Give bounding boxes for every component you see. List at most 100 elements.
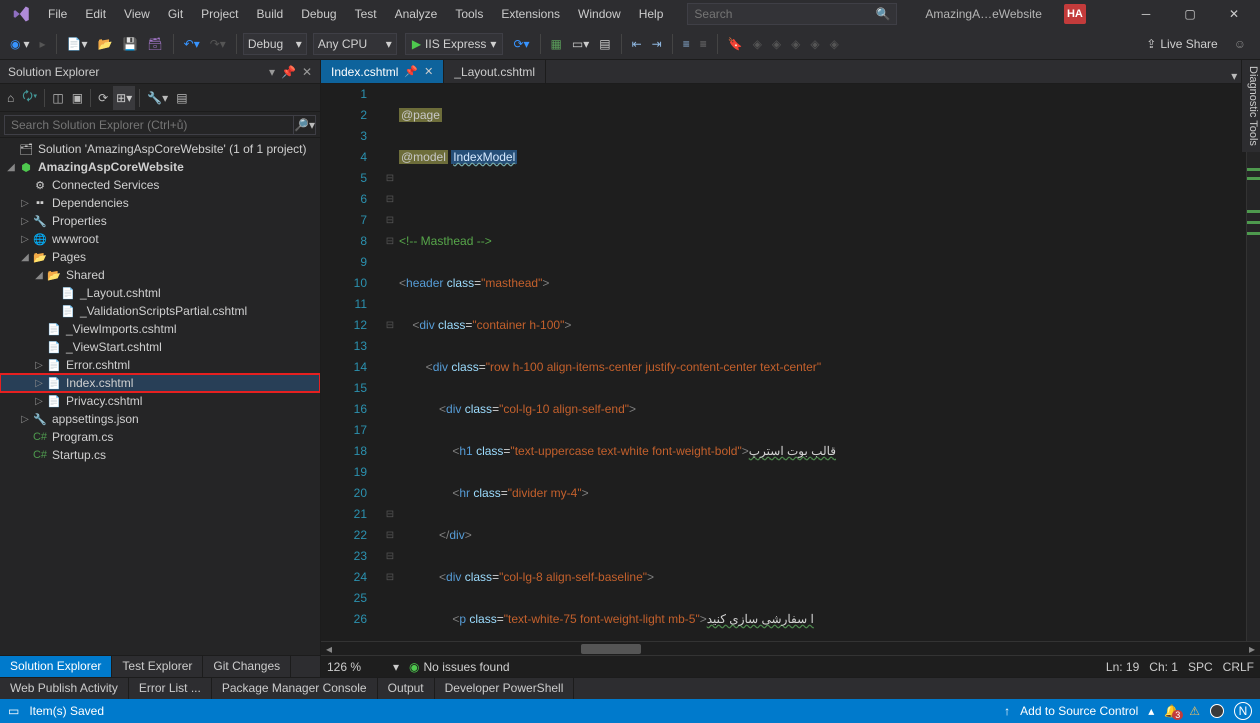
collapse-icon[interactable]: ◫ xyxy=(49,86,66,110)
tab-git-changes[interactable]: Git Changes xyxy=(203,656,291,677)
privacy-file[interactable]: ▷📄Privacy.cshtml xyxy=(0,392,320,410)
scroll-map[interactable] xyxy=(1246,84,1260,641)
feedback-icon[interactable]: ⚠ xyxy=(1189,704,1200,718)
sync-icon[interactable]: 🗘▾ xyxy=(19,86,40,110)
minimize-button[interactable]: ─ xyxy=(1124,0,1168,28)
tb-bookmark[interactable]: 🔖 xyxy=(724,32,747,56)
maximize-button[interactable]: ▢ xyxy=(1168,0,1212,28)
menu-git[interactable]: Git xyxy=(160,3,191,25)
index-file[interactable]: ▷📄Index.cshtml xyxy=(0,374,320,392)
panel-close-icon[interactable]: ✕ xyxy=(302,65,312,79)
diag-tools-tab[interactable]: Diagnostic Tools xyxy=(1241,60,1260,152)
tab-dropdown-icon[interactable]: ▾ xyxy=(1231,69,1237,83)
panel-dropdown-icon[interactable]: ▾ xyxy=(269,65,275,79)
title-search-input[interactable] xyxy=(694,7,864,21)
tab-dev-powershell[interactable]: Developer PowerShell xyxy=(435,678,575,699)
new-item-button[interactable]: 📄▾ xyxy=(63,32,92,56)
tb-comment[interactable]: ≡ xyxy=(679,32,694,56)
pin-icon[interactable]: 📌 xyxy=(404,65,418,78)
editor-hscroll[interactable]: ◂ ▸ xyxy=(321,641,1260,655)
undo-button[interactable]: ↶▾ xyxy=(180,32,204,56)
viewstart-file[interactable]: 📄_ViewStart.cshtml xyxy=(0,338,320,356)
menu-debug[interactable]: Debug xyxy=(293,3,344,25)
tb-icon-3[interactable]: ▤ xyxy=(595,32,614,56)
live-share[interactable]: ⇪ Live Share ☺ xyxy=(1138,37,1254,51)
refresh-button[interactable]: ⟳▾ xyxy=(509,32,533,56)
wrench-icon[interactable]: 🔧▾ xyxy=(144,86,171,110)
tab-layout-cshtml[interactable]: _Layout.cshtml xyxy=(444,60,546,83)
menu-build[interactable]: Build xyxy=(249,3,292,25)
add-source-control[interactable]: Add to Source Control xyxy=(1020,704,1138,718)
menu-analyze[interactable]: Analyze xyxy=(387,3,446,25)
user-badge[interactable]: HA xyxy=(1064,4,1086,24)
feedback-icon[interactable]: ☺ xyxy=(1234,37,1246,51)
menu-test[interactable]: Test xyxy=(347,3,385,25)
error-file[interactable]: ▷📄Error.cshtml xyxy=(0,356,320,374)
close-button[interactable]: ✕ xyxy=(1212,0,1256,28)
tb-icon-g1[interactable]: ◈ xyxy=(749,32,766,56)
menu-file[interactable]: File xyxy=(40,3,75,25)
tab-error-list[interactable]: Error List ... xyxy=(129,678,212,699)
tb-icon-g5[interactable]: ◈ xyxy=(826,32,843,56)
tb-indent-out[interactable]: ⇤ xyxy=(628,32,646,56)
nav-back-button[interactable]: ◉▾ xyxy=(6,32,34,56)
properties[interactable]: ▷🔧Properties xyxy=(0,212,320,230)
menu-project[interactable]: Project xyxy=(193,3,246,25)
scroll-left-icon[interactable]: ◂ xyxy=(323,643,335,655)
pages-folder[interactable]: ◢📂Pages xyxy=(0,248,320,266)
zoom-dropdown-icon[interactable]: ▾ xyxy=(393,660,399,674)
search-icon[interactable]: 🔎▾ xyxy=(294,115,316,135)
tb-icon-g3[interactable]: ◈ xyxy=(787,32,804,56)
tab-test-explorer[interactable]: Test Explorer xyxy=(112,656,203,677)
notifications-bell[interactable]: 🔔3 xyxy=(1164,704,1179,718)
appsettings-file[interactable]: ▷🔧appsettings.json xyxy=(0,410,320,428)
open-button[interactable]: 📂 xyxy=(94,32,117,56)
code-editor[interactable]: 1234567891011121314151617181920212223242… xyxy=(321,84,1260,641)
close-icon[interactable]: ✕ xyxy=(424,65,433,78)
panel-search-input[interactable] xyxy=(4,115,294,135)
tb-icon-g4[interactable]: ◈ xyxy=(806,32,823,56)
tab-package-mgr[interactable]: Package Manager Console xyxy=(212,678,378,699)
fold-column[interactable]: ⊟⊟⊟⊟ ⊟ ⊟⊟⊟⊟ xyxy=(381,84,399,641)
config-dropdown[interactable]: Debug▾ xyxy=(243,33,307,55)
nest-icon[interactable]: ⊞▾ xyxy=(113,86,135,110)
refresh-icon[interactable]: ⟳ xyxy=(95,86,111,110)
save-button[interactable]: 💾 xyxy=(118,32,141,56)
tb-uncomment[interactable]: ≡ xyxy=(696,32,711,56)
code-content[interactable]: @page @model IndexModel <!-- Masthead --… xyxy=(399,84,1246,641)
layout-file[interactable]: 📄_Layout.cshtml xyxy=(0,284,320,302)
nav-fwd-button[interactable]: ▸ xyxy=(36,32,50,56)
viewimports-file[interactable]: 📄_ViewImports.cshtml xyxy=(0,320,320,338)
valscripts-file[interactable]: 📄_ValidationScriptsPartial.cshtml xyxy=(0,302,320,320)
tb-indent-in[interactable]: ⇥ xyxy=(648,32,666,56)
shared-folder[interactable]: ◢📂Shared xyxy=(0,266,320,284)
menu-window[interactable]: Window xyxy=(570,3,629,25)
save-all-button[interactable]: 🗃 xyxy=(143,32,166,56)
program-file[interactable]: C#Program.cs xyxy=(0,428,320,446)
tab-output[interactable]: Output xyxy=(378,678,435,699)
tab-index-cshtml[interactable]: Index.cshtml 📌 ✕ xyxy=(321,60,444,83)
menu-edit[interactable]: Edit xyxy=(77,3,114,25)
tb-icon-1[interactable]: ▦ xyxy=(547,32,566,56)
platform-dropdown[interactable]: Any CPU▾ xyxy=(313,33,397,55)
tb-icon-g2[interactable]: ◈ xyxy=(768,32,785,56)
project-node[interactable]: ◢⬢AmazingAspCoreWebsite xyxy=(0,158,320,176)
account-icon[interactable]: N xyxy=(1234,702,1252,720)
pin-icon[interactable]: 📌 xyxy=(281,65,296,79)
zoom-level[interactable]: 126 % xyxy=(327,660,383,674)
home-icon[interactable]: ⌂ xyxy=(4,86,17,110)
run-button[interactable]: ▶ IIS Express ▾ xyxy=(405,33,504,55)
show-all-icon[interactable]: ▣ xyxy=(69,86,86,110)
menu-tools[interactable]: Tools xyxy=(447,3,491,25)
solution-node[interactable]: 🗂Solution 'AmazingAspCoreWebsite' (1 of … xyxy=(0,140,320,158)
menu-extensions[interactable]: Extensions xyxy=(493,3,568,25)
redo-button[interactable]: ↷▾ xyxy=(206,32,230,56)
scroll-right-icon[interactable]: ▸ xyxy=(1246,643,1258,655)
tb-icon-2[interactable]: ▭▾ xyxy=(568,32,593,56)
menu-view[interactable]: View xyxy=(116,3,158,25)
scroll-thumb[interactable] xyxy=(581,644,641,654)
tab-web-publish[interactable]: Web Publish Activity xyxy=(0,678,129,699)
connected-services[interactable]: ⚙Connected Services xyxy=(0,176,320,194)
startup-file[interactable]: C#Startup.cs xyxy=(0,446,320,464)
live-status-icon[interactable] xyxy=(1210,704,1224,718)
